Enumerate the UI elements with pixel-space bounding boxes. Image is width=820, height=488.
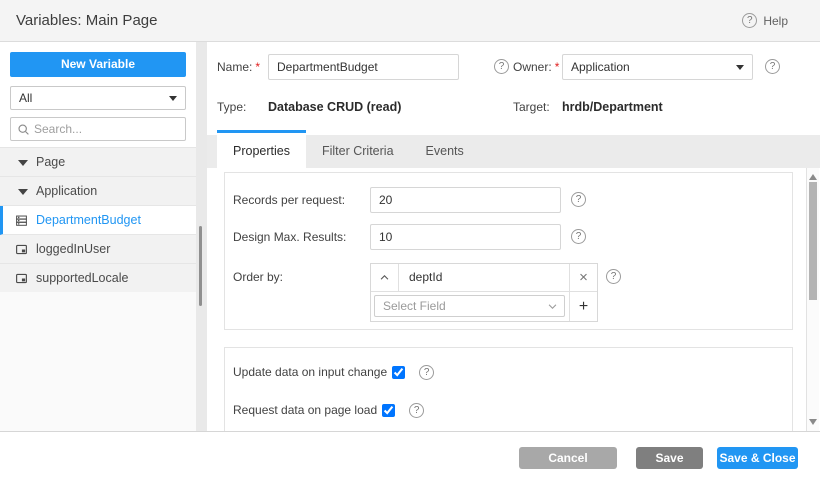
- design-max-results-label: Design Max. Results:: [233, 230, 347, 244]
- content-scrollbar[interactable]: [806, 168, 819, 431]
- request-on-load-checkbox[interactable]: [382, 403, 396, 417]
- variable-filter-select[interactable]: All: [10, 86, 186, 110]
- tree-item-label: DepartmentBudget: [36, 213, 141, 227]
- name-label-text: Name:: [217, 60, 253, 74]
- caret-down-icon: [736, 65, 744, 70]
- tree-item-supportedlocale[interactable]: supportedLocale: [0, 264, 196, 293]
- search-input[interactable]: [34, 122, 174, 136]
- type-label: Type:: [217, 100, 247, 114]
- order-field-value: deptId: [409, 270, 443, 284]
- sidebar-empty-area: [0, 292, 196, 431]
- select-field-wrap: Select Field: [371, 292, 569, 321]
- properties-panel: Records per request: ? Design Max. Resul…: [224, 172, 793, 330]
- chevron-up-icon: [379, 272, 390, 283]
- caret-down-icon: [169, 96, 177, 101]
- request-on-load-row: Request data on page load ?: [233, 402, 425, 418]
- scroll-down-arrow-icon[interactable]: [809, 419, 817, 425]
- dialog-title: Variables: Main Page: [16, 12, 158, 29]
- request-on-load-help-icon[interactable]: ?: [409, 402, 425, 418]
- target-value: hrdb/Department: [562, 100, 663, 114]
- variable-filter-value: All: [19, 91, 33, 105]
- tree-item-label: loggedInUser: [36, 242, 111, 256]
- owner-select[interactable]: Application: [562, 54, 753, 80]
- collapse-triangle-icon[interactable]: [18, 160, 28, 166]
- order-by-label: Order by:: [233, 270, 284, 284]
- help-link[interactable]: ? Help: [742, 0, 788, 41]
- static-variable-icon: [15, 243, 28, 256]
- variable-detail-panel: Name:* ? Owner:* Application ? Type: Dat…: [207, 42, 820, 431]
- remove-order-field-button[interactable]: ×: [569, 264, 597, 291]
- behavior-panel: Update data on input change ? Request da…: [224, 347, 793, 431]
- type-value: Database CRUD (read): [268, 100, 402, 114]
- sort-direction-toggle[interactable]: [371, 264, 399, 291]
- tree-group-application[interactable]: Application: [0, 177, 196, 206]
- cancel-button[interactable]: Cancel: [519, 447, 617, 469]
- help-icon: ?: [742, 13, 758, 28]
- scroll-up-arrow-icon[interactable]: [809, 174, 817, 180]
- tree-group-label: Page: [36, 155, 66, 169]
- order-by-add-row: Select Field +: [371, 292, 597, 321]
- help-label: Help: [763, 13, 788, 28]
- select-field-dropdown[interactable]: Select Field: [374, 295, 565, 317]
- plus-icon: +: [578, 297, 589, 315]
- design-max-help-icon[interactable]: ?: [571, 229, 586, 244]
- name-help-icon[interactable]: ?: [494, 59, 509, 74]
- order-by-widget: deptId × Select Field +: [370, 263, 598, 322]
- tree-item-departmentbudget[interactable]: DepartmentBudget: [0, 206, 196, 235]
- close-icon: ×: [579, 269, 588, 286]
- records-per-request-label: Records per request:: [233, 193, 346, 207]
- dialog-footer: Cancel Save Save & Close: [0, 431, 820, 488]
- name-label: Name: *: [217, 54, 260, 80]
- tree-group-page[interactable]: Page: [0, 148, 196, 177]
- order-by-help-icon[interactable]: ?: [606, 269, 621, 284]
- save-button[interactable]: Save: [636, 447, 703, 469]
- sidebar-scrollbar-thumb[interactable]: [199, 226, 202, 306]
- variables-sidebar: New Variable All Page Application: [0, 42, 196, 431]
- records-help-icon[interactable]: ?: [571, 192, 586, 207]
- tree-item-label: supportedLocale: [36, 271, 129, 285]
- required-marker: *: [554, 60, 560, 74]
- tab-properties[interactable]: Properties: [217, 130, 306, 168]
- collapse-triangle-icon[interactable]: [18, 189, 28, 195]
- update-on-change-row: Update data on input change ?: [233, 364, 435, 380]
- variables-dialog: Variables: Main Page ? Help New Variable…: [0, 0, 820, 488]
- owner-label: Owner: *: [513, 54, 559, 80]
- static-variable-icon: [15, 272, 28, 285]
- design-max-results-input[interactable]: [370, 224, 561, 250]
- add-order-field-button[interactable]: +: [569, 292, 597, 321]
- owner-help-icon[interactable]: ?: [765, 59, 780, 74]
- search-icon: [17, 123, 30, 136]
- scrollbar-thumb[interactable]: [809, 182, 817, 300]
- name-input[interactable]: [268, 54, 459, 80]
- dialog-titlebar: Variables: Main Page ? Help: [0, 0, 820, 42]
- update-on-change-help-icon[interactable]: ?: [419, 364, 435, 380]
- chevron-down-icon: [548, 304, 557, 309]
- variables-tree: Page Application DepartmentBudget logged…: [0, 147, 196, 293]
- tab-filter-criteria[interactable]: Filter Criteria: [306, 135, 410, 168]
- required-marker: *: [255, 60, 261, 74]
- tree-item-loggedinuser[interactable]: loggedInUser: [0, 235, 196, 264]
- owner-select-value: Application: [571, 60, 630, 74]
- update-on-change-label: Update data on input change: [233, 365, 388, 379]
- records-per-request-input[interactable]: [370, 187, 561, 213]
- sidebar-splitter: [196, 42, 207, 431]
- request-on-load-label: Request data on page load: [233, 403, 378, 417]
- crud-variable-icon: [15, 214, 28, 227]
- save-and-close-button[interactable]: Save & Close: [717, 447, 798, 469]
- order-by-row: deptId ×: [371, 264, 597, 292]
- owner-label-text: Owner:: [513, 60, 552, 74]
- tab-events[interactable]: Events: [410, 135, 480, 168]
- search-box: [10, 117, 186, 141]
- tab-bar: Properties Filter Criteria Events: [207, 130, 820, 168]
- tree-group-label: Application: [36, 184, 98, 198]
- select-field-placeholder: Select Field: [383, 299, 446, 313]
- target-label: Target:: [513, 100, 550, 114]
- update-on-change-checkbox[interactable]: [392, 365, 406, 379]
- new-variable-button[interactable]: New Variable: [10, 52, 186, 77]
